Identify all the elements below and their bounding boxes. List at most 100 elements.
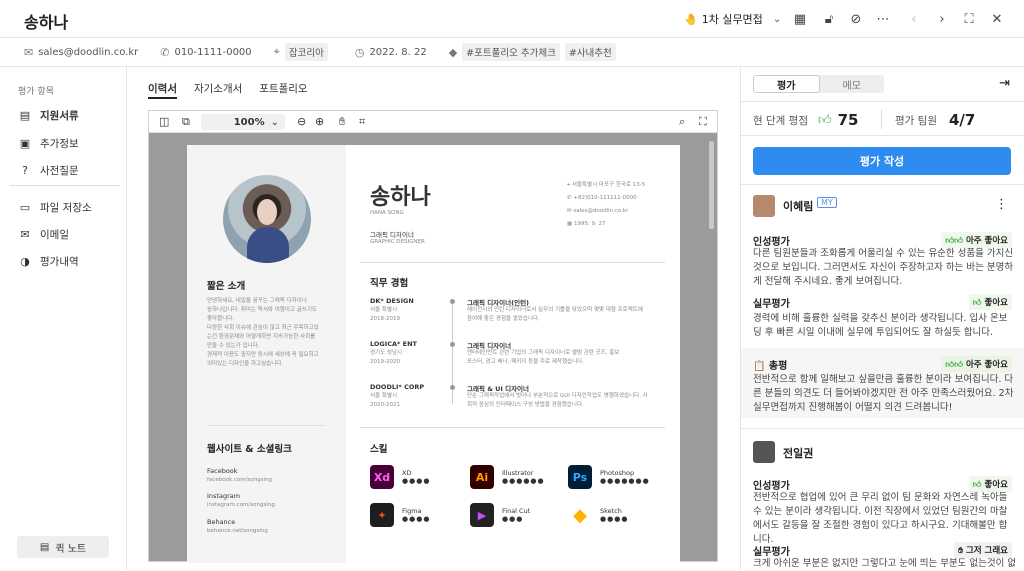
web-title: 웹사이트 & 소셜링크 xyxy=(207,444,292,455)
timeline-dot xyxy=(450,342,455,347)
chevron-down-icon: ⌄ xyxy=(270,116,279,128)
write-evaluation-button[interactable]: 평가 작성 xyxy=(753,147,1011,175)
close-icon[interactable]: ✕ xyxy=(986,9,1008,29)
viewer-toolbar: ◫ ⧉ 100% ⌄ ⊖ ⊕ ✋︎ ⌗ ⌕ ⛶ xyxy=(149,111,717,133)
exp-company: DOODLI* CORP xyxy=(370,383,425,391)
sidebar-item-questions[interactable]: ? 사전질문 xyxy=(18,163,79,178)
skill-level: ●●●●●●● xyxy=(600,477,650,485)
document-icon: ▤ xyxy=(19,109,31,122)
fullscreen-icon[interactable]: ⛶ xyxy=(699,115,707,129)
phone-text: 010-1111-0000 xyxy=(174,46,252,58)
tag-chip[interactable]: #사내추천 xyxy=(564,43,616,61)
zoom-out-icon[interactable]: ⊖ xyxy=(297,115,306,128)
fit-icon[interactable]: ⌗ xyxy=(359,115,365,129)
avatar xyxy=(753,195,775,217)
exp-location: 서울 특별시 xyxy=(370,307,398,313)
team-count: 평가 팀원 4/7 xyxy=(895,111,975,129)
skills-title: 스킬 xyxy=(370,444,388,455)
link-url[interactable]: instagram.com/songsing xyxy=(207,501,275,510)
location-pin-icon: ⌖ xyxy=(273,45,280,58)
timeline-dot xyxy=(450,299,455,304)
folder-icon: ▭ xyxy=(19,201,31,214)
rating-badge: 👍︎ 좋아요 xyxy=(968,294,1012,310)
email-text: sales@doodlin.co.kr xyxy=(38,46,139,58)
sidebar-item-email[interactable]: ✉ 이메일 xyxy=(18,227,69,242)
prev-icon[interactable]: ‹ xyxy=(903,9,925,29)
next-icon[interactable]: › xyxy=(931,9,953,29)
tab-evaluation[interactable]: 평가 xyxy=(753,75,820,93)
exp-period: 2020-2021 xyxy=(370,402,400,408)
exp-title: 직무 경험 xyxy=(370,278,409,289)
tab-cover-letter[interactable]: 자기소개서 xyxy=(194,67,242,99)
sidebar-item-history[interactable]: ◑ 평가내역 xyxy=(18,254,78,269)
rating-badge: 👍︎👍︎ 아주 좋아요 xyxy=(941,356,1012,372)
review-text: 전반적으로 협업에 있어 큰 무리 없이 팀 문화와 자연스레 녹아들 수 있는… xyxy=(753,492,1008,545)
skill-name: Illustrator xyxy=(502,469,534,477)
calendar-icon[interactable]: ▦ xyxy=(789,9,811,29)
resume-page: 짧은 소개 안녕하세요, 내일을 꿈꾸는 그래픽 디자이너 송하나입니다. 취미는… xyxy=(187,145,680,563)
collapse-panel-icon[interactable]: ⇥ xyxy=(999,76,1010,91)
resume-name: 송하나 xyxy=(370,185,431,210)
history-icon: ◑ xyxy=(20,255,30,268)
sidebar-item-label: 이메일 xyxy=(40,229,69,241)
block-icon[interactable]: ⊘ xyxy=(845,9,867,29)
stage-score: 현 단계 평점 👍︎ 75 xyxy=(753,111,858,129)
reviewer-name: 전일권 xyxy=(783,447,814,460)
search-icon[interactable]: ⌕ xyxy=(679,115,685,129)
mail-icon: ✉ xyxy=(24,45,34,59)
review-text: 다른 팀원분들과 조화롭게 어울리실 수 있는 유순한 성품을 가지신 것으로 … xyxy=(753,248,1014,287)
skill-level: ●●●● xyxy=(402,477,431,485)
tab-memo[interactable]: 메모 xyxy=(820,75,885,93)
chevron-down-icon: ⌄ xyxy=(772,13,782,25)
unlock-icon[interactable]: 🔓︎ xyxy=(818,9,840,29)
pages-icon[interactable]: ⧉ xyxy=(182,115,190,129)
skill-level: ●●●● xyxy=(402,515,431,523)
link-url[interactable]: facebook.com/songsing xyxy=(207,476,272,485)
review-text: 전반적으로 함께 일해보고 싶을만큼 훌륭한 분이라 보여집니다. 다른 분들의… xyxy=(753,374,1014,413)
tags: ◆ #포트폴리오 추가체크 #사내추천 xyxy=(449,43,621,61)
skill-item: Ps Photoshop ●●●●●●● xyxy=(568,465,650,489)
link-url[interactable]: behance.net/songsing xyxy=(207,527,268,536)
candidate-name: 송하나 xyxy=(24,13,69,32)
email-info[interactable]: ✉ sales@doodlin.co.kr xyxy=(24,46,138,59)
tab-resume[interactable]: 이력서 xyxy=(148,67,177,99)
skill-name: Sketch xyxy=(600,507,622,515)
clipboard-icon: ▣ xyxy=(19,137,31,150)
hand-icon[interactable]: ✋︎ xyxy=(339,115,345,129)
sidebar-item-documents[interactable]: ▤ 지원서류 xyxy=(18,108,79,123)
quick-note-button[interactable]: ▤ 퀵 노트 xyxy=(17,536,109,558)
skill-item: ✦ Figma ●●●● xyxy=(370,503,430,527)
sidebar-item-files[interactable]: ▭ 파일 저장소 xyxy=(18,200,92,215)
stage-selector[interactable]: 🤚 1차 실무면접 ⌄ xyxy=(684,11,781,27)
sidebar-toggle-icon[interactable]: ◫ xyxy=(159,115,169,128)
date-info: ◷ 2022. 8. 22 xyxy=(355,46,427,59)
zoom-select[interactable]: 100% ⌄ xyxy=(201,114,285,130)
tag-chip[interactable]: #포트폴리오 추가체크 xyxy=(462,43,560,61)
phone-info[interactable]: ✆ 010-1111-0000 xyxy=(160,46,251,59)
team-value: 4/7 xyxy=(948,111,976,129)
review-text: 경력에 비해 훌륭한 실력을 갖추신 분이라 생각됩니다. 입사 온보딩 후 빠… xyxy=(753,313,1008,338)
sketch-icon: ◆ xyxy=(568,503,592,527)
contact-address: ⌖ 서울특별시 마포구 한국로 13-5 xyxy=(567,182,646,188)
skill-item: Ai Illustrator ●●●●●● xyxy=(470,465,545,489)
expand-icon[interactable]: ⛶ xyxy=(958,9,980,29)
contact-birth: ▦ 1995. 9. 27 xyxy=(567,221,606,227)
section-title: 실무평가 xyxy=(753,299,790,310)
stage-label: 1차 실무면접 xyxy=(701,13,763,26)
profile-photo xyxy=(223,175,311,263)
more-vertical-icon[interactable]: ⋮ xyxy=(995,197,1008,212)
zoom-in-icon[interactable]: ⊕ xyxy=(315,115,324,128)
tab-portfolio[interactable]: 포트폴리오 xyxy=(259,67,307,99)
section-title: 📋 총평 xyxy=(753,361,788,372)
xd-icon: Xd xyxy=(370,465,394,489)
more-icon[interactable]: ⋯ xyxy=(872,9,894,29)
link-name: Instagram xyxy=(207,492,241,500)
viewer-scrollbar[interactable] xyxy=(709,141,714,229)
skill-level: ●●● xyxy=(502,515,524,523)
stage-hand-icon: 🤚 xyxy=(684,12,698,26)
sidebar-item-additional[interactable]: ▣ 추가정보 xyxy=(18,136,79,151)
exp-company: LOGICA* ENT xyxy=(370,340,417,348)
sidebar-title: 평가 항목 xyxy=(18,87,54,97)
figma-icon: ✦ xyxy=(370,503,394,527)
contact-phone: ✆ +82)010-111111-0000 xyxy=(567,195,637,201)
